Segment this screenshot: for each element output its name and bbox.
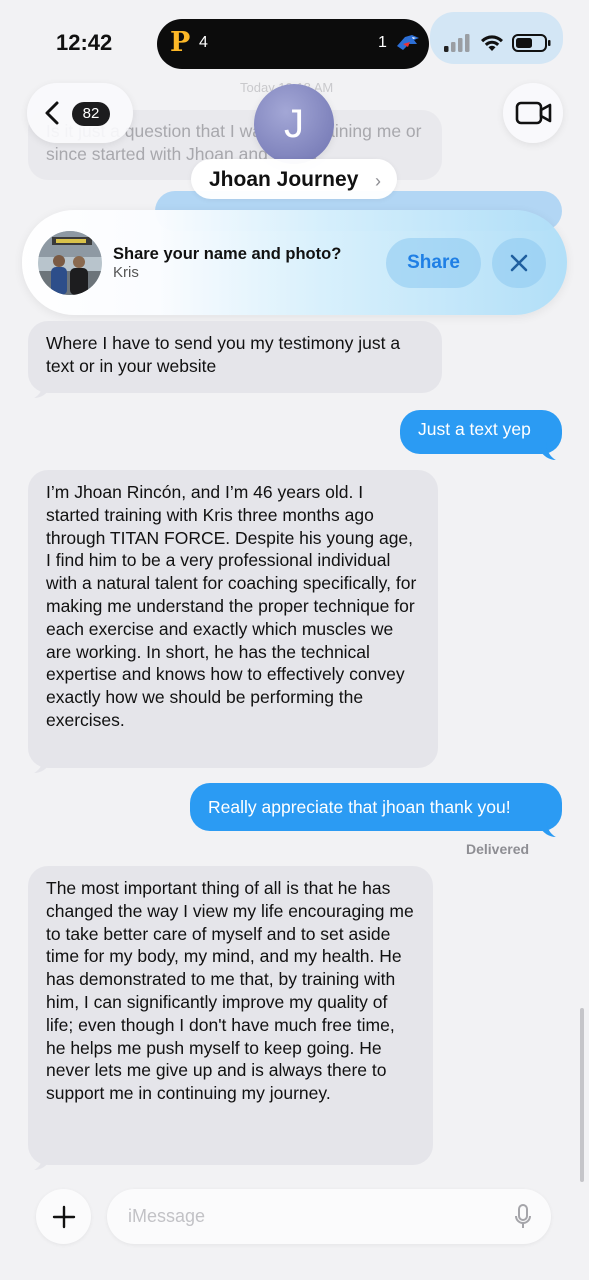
message-input[interactable]	[107, 1189, 551, 1244]
score-left: 4	[199, 34, 208, 51]
share-prompt-title: Share your name and photo?	[113, 245, 342, 263]
message-bubble-outgoing[interactable]: Really appreciate that jhoan thank you!	[190, 783, 562, 831]
status-time: 12:42	[56, 30, 113, 55]
dynamic-island-live-activity[interactable]	[157, 19, 429, 69]
microphone-icon[interactable]	[514, 1204, 532, 1230]
wifi-icon	[481, 35, 503, 51]
contact-avatar[interactable]: J	[254, 84, 334, 164]
bubble-tail	[540, 442, 556, 460]
unread-count-badge: 82	[72, 102, 110, 126]
bubble-tail	[540, 819, 556, 837]
message-bubble-outgoing[interactable]: Just a text yep	[400, 410, 562, 454]
contact-name[interactable]: Jhoan Journey	[209, 168, 358, 192]
message-bubble-incoming[interactable]: Where I have to send you my testimony ju…	[28, 321, 442, 393]
bubble-tail	[34, 755, 50, 773]
message-bubble-incoming[interactable]: The most important thing of all is that …	[28, 866, 433, 1165]
close-icon	[510, 254, 528, 272]
message-bubble-incoming[interactable]: I’m Jhoan Rincón, and I’m 46 years old. …	[28, 470, 438, 768]
chevron-left-icon	[45, 101, 59, 125]
bluejays-logo-icon	[397, 35, 419, 50]
chevron-right-icon: ›	[375, 171, 381, 191]
profile-photo	[38, 231, 102, 295]
pirates-logo-icon: P	[170, 27, 191, 58]
share-button[interactable]: Share	[386, 238, 481, 288]
delivery-status: Delivered	[466, 841, 530, 857]
bubble-tail	[34, 380, 50, 398]
scroll-indicator[interactable]	[580, 1008, 584, 1182]
bubble-tail	[34, 1152, 50, 1170]
share-prompt-name: Kris	[113, 264, 139, 281]
signal-icon	[444, 34, 470, 52]
plus-icon	[52, 1205, 76, 1229]
video-camera-icon	[515, 101, 552, 125]
score-right: 1	[378, 34, 387, 51]
battery-icon	[512, 34, 551, 52]
